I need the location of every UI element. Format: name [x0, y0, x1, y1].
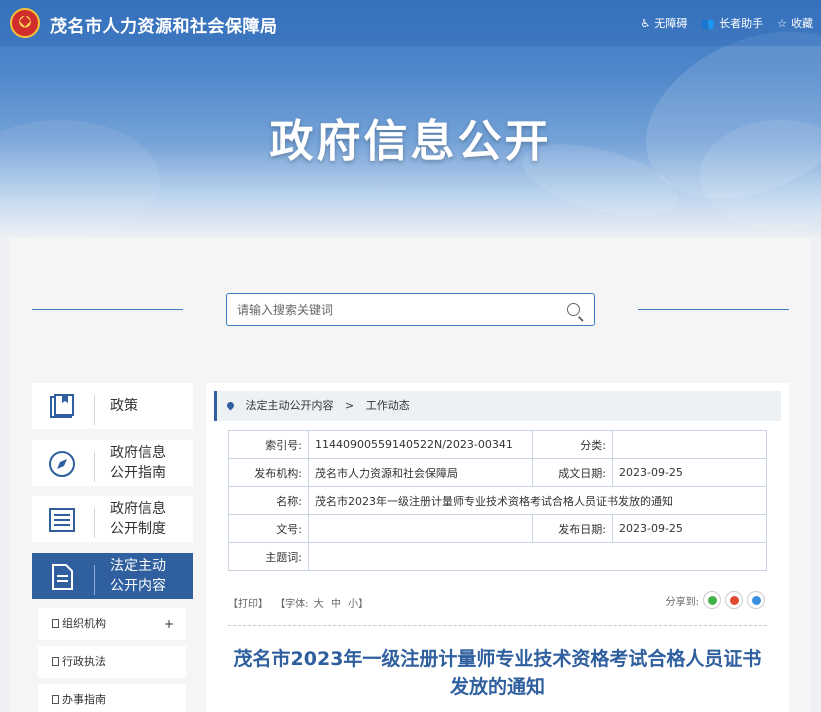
- document-small-icon: [52, 657, 59, 666]
- sidebar-item-label: 政策: [110, 398, 138, 414]
- share-bar: 分享到:: [666, 591, 765, 609]
- document-small-icon: [52, 695, 59, 704]
- banner: 茂名市人力资源和社会保障局 ♿ 无障碍 👥 长者助手 ☆ 收藏 政府信息公开: [0, 0, 821, 238]
- table-row: 文号: 发布日期: 2023-09-25: [228, 514, 767, 543]
- info-value: [612, 430, 767, 459]
- table-row: 名称: 茂名市2023年一级注册计量师专业技术资格考试合格人员证书发放的通知: [228, 486, 767, 515]
- sidebar-item-label: 政府信息 公开指南: [110, 445, 166, 481]
- list-icon: [49, 508, 75, 532]
- info-value: 茂名市人力资源和社会保障局: [308, 458, 533, 487]
- info-value: 2023-09-25: [612, 514, 767, 543]
- info-label: 名称:: [228, 486, 309, 515]
- font-small-button[interactable]: 小】: [348, 599, 368, 610]
- separator: [94, 565, 95, 595]
- search-input[interactable]: [227, 294, 547, 325]
- info-label: 主题词:: [228, 542, 309, 571]
- breadcrumb-level1[interactable]: 法定主动公开内容: [246, 399, 334, 412]
- qq-icon[interactable]: [747, 591, 765, 609]
- info-label: 索引号:: [228, 430, 309, 459]
- people-icon: 👥: [701, 16, 716, 30]
- sidebar-item-policy[interactable]: 政策: [32, 383, 193, 429]
- divider-line: [638, 309, 789, 310]
- accessibility-icon: ♿: [640, 16, 651, 30]
- font-size-label: 【字体:: [275, 599, 309, 610]
- sidebar-item-system[interactable]: 政府信息 公开制度: [32, 496, 193, 542]
- sidebar-subitem-guide[interactable]: 办事指南: [38, 684, 186, 712]
- info-label: 文号:: [228, 514, 309, 543]
- sidebar-item-guide[interactable]: 政府信息 公开指南: [32, 440, 193, 486]
- share-label: 分享到:: [665, 596, 699, 608]
- document-icon: [52, 564, 73, 590]
- table-row: 发布机构: 茂名市人力资源和社会保障局 成文日期: 2023-09-25: [228, 458, 767, 487]
- star-icon: ☆: [777, 16, 787, 30]
- search-box: [226, 293, 595, 326]
- main-panel: 政策 政府信息 公开指南 政府信息 公开制度: [10, 238, 811, 712]
- separator: [94, 395, 95, 425]
- breadcrumb-separator: >: [345, 399, 355, 412]
- sidebar-subitem-enforcement[interactable]: 行政执法: [38, 646, 186, 678]
- info-value: 11440900559140522N/2023-00341: [308, 430, 533, 459]
- info-label: 成文日期:: [532, 458, 613, 487]
- weibo-icon[interactable]: [725, 591, 743, 609]
- content-panel: 法定主动公开内容 > 工作动态 索引号: 11440900559140522N/…: [206, 383, 789, 712]
- article-title: 茂名市2023年一级注册计量师专业技术资格考试合格人员证书发放的通知: [233, 648, 762, 698]
- separator: [94, 452, 95, 482]
- article-tools: 【打印】 【字体: 大 中 小】 分享到:: [228, 591, 767, 610]
- header-tools: ♿ 无障碍 👥 长者助手 ☆ 收藏: [641, 15, 813, 31]
- location-pin-icon: [225, 400, 236, 411]
- separator: [94, 508, 95, 538]
- print-button[interactable]: 【打印】: [228, 599, 268, 610]
- info-value: 茂名市2023年一级注册计量师专业技术资格考试合格人员证书发放的通知: [308, 486, 767, 515]
- table-row: 索引号: 11440900559140522N/2023-00341 分类:: [228, 430, 767, 459]
- accessibility-button[interactable]: ♿ 无障碍: [641, 15, 688, 31]
- breadcrumb-level2[interactable]: 工作动态: [366, 399, 410, 412]
- expand-icon[interactable]: +: [164, 608, 174, 640]
- sidebar-item-label: 政府信息 公开制度: [110, 501, 166, 537]
- book-icon: [50, 394, 74, 418]
- sidebar-item-statutory[interactable]: 法定主动 公开内容: [32, 553, 193, 599]
- emblem-logo: [10, 8, 40, 38]
- banner-title: 政府信息公开: [269, 116, 552, 167]
- compass-icon: [49, 451, 75, 477]
- info-table: 索引号: 11440900559140522N/2023-00341 分类: 发…: [228, 430, 767, 571]
- info-value: 2023-09-25: [612, 458, 767, 487]
- font-medium-button[interactable]: 中: [331, 599, 341, 610]
- divider-line: [228, 625, 767, 626]
- table-row: 主题词:: [228, 542, 767, 571]
- document-small-icon: [52, 619, 59, 628]
- site-name[interactable]: 茂名市人力资源和社会保障局: [50, 12, 278, 37]
- info-label: 发布日期:: [532, 514, 613, 543]
- sidebar-item-label: 法定主动 公开内容: [110, 558, 166, 594]
- elder-assistant-button[interactable]: 👥 长者助手: [701, 15, 763, 31]
- wechat-icon[interactable]: [703, 591, 721, 609]
- info-value: [308, 542, 767, 571]
- font-large-button[interactable]: 大: [314, 599, 324, 610]
- divider-line: [32, 309, 183, 310]
- breadcrumb: 法定主动公开内容 > 工作动态: [214, 391, 781, 421]
- info-label: 分类:: [532, 430, 613, 459]
- search-icon[interactable]: [567, 303, 580, 316]
- favorite-button[interactable]: ☆ 收藏: [777, 15, 813, 31]
- info-label: 发布机构:: [228, 458, 309, 487]
- info-value: [308, 514, 533, 543]
- sidebar-subitem-organization[interactable]: 组织机构 +: [38, 608, 186, 640]
